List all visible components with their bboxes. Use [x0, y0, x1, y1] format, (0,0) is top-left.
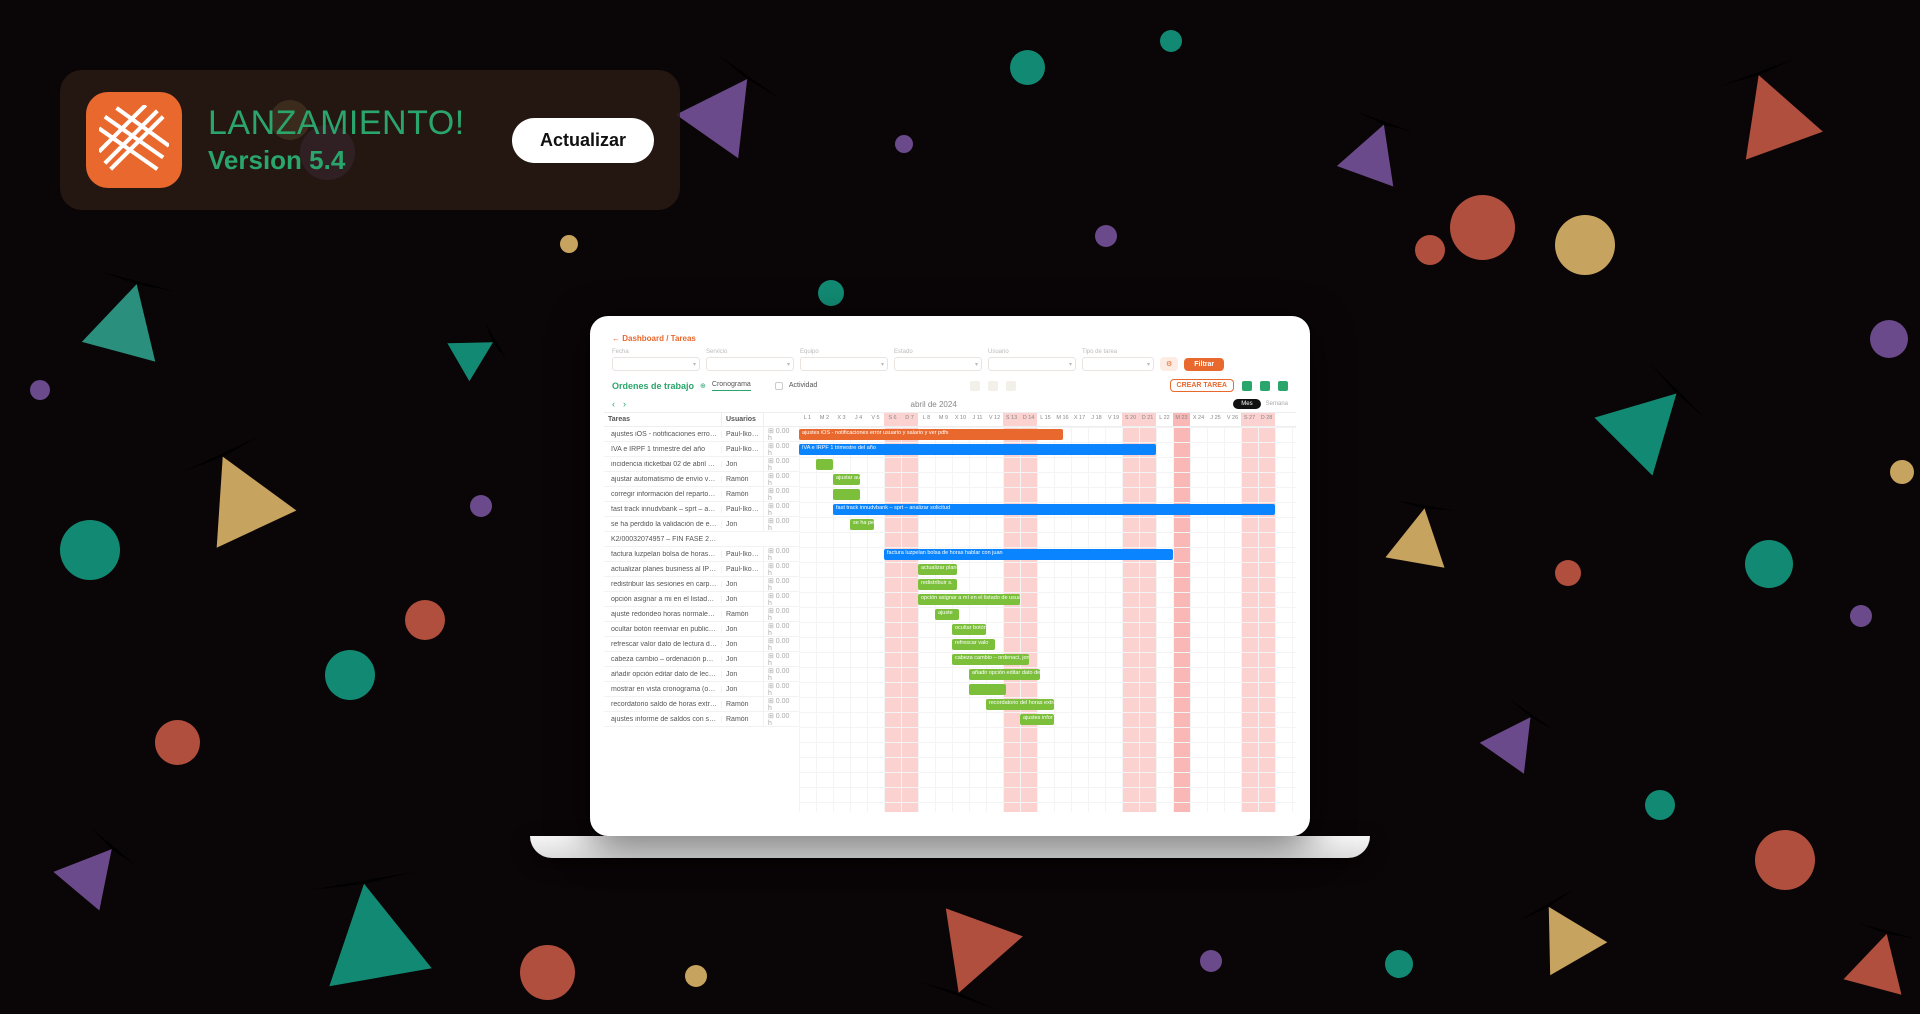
upload-icon[interactable]: [1278, 381, 1288, 391]
gantt-bar[interactable]: ocultar botón: [952, 624, 986, 635]
col-tasks: Tareas: [604, 413, 721, 426]
app-logo: [86, 92, 182, 188]
table-row[interactable]: K2/00032074957 – FIN FASE 2 SEGU: [604, 532, 799, 547]
table-row[interactable]: ajuste redondeo horas normales menos c.R…: [604, 607, 799, 622]
laptop-mockup: ← Dashboard / Tareas Fecha Servicio Equi…: [590, 316, 1310, 874]
next-month-button[interactable]: ›: [623, 399, 626, 409]
gantt-bar[interactable]: ajustar autom.: [833, 474, 860, 485]
table-row[interactable]: mostrar en vista cronograma (ordenes d)J…: [604, 682, 799, 697]
export-icon[interactable]: [1242, 381, 1252, 391]
gantt-bar[interactable]: añadir opción editar dato de lectur: [969, 669, 1040, 680]
banner-subtitle: Version 5.4: [208, 145, 486, 176]
table-row[interactable]: factura luzpelan bolsa de horas hablar c…: [604, 547, 799, 562]
gantt-bar[interactable]: cabeza cambio – ordenaci, jon: [952, 654, 1029, 665]
gantt-bar[interactable]: [969, 684, 1006, 695]
gantt-bar[interactable]: IVA e IRPF 1 trimestre del año: [799, 444, 1156, 455]
filter-type[interactable]: [1082, 357, 1154, 371]
gantt-bar[interactable]: ajuste: [935, 609, 959, 620]
table-row[interactable]: se ha perdido la validación de envío del…: [604, 517, 799, 532]
view-icon-3[interactable]: [1006, 381, 1016, 391]
filter-preset-button[interactable]: ⚙: [1160, 357, 1178, 371]
gantt-bar[interactable]: actualizar planes b.: [918, 564, 957, 575]
gantt-chart: Tareas Usuarios ajustes iOS - notificaci…: [604, 412, 1296, 812]
create-task-button[interactable]: CREAR TAREA: [1170, 379, 1234, 392]
filter-date[interactable]: [612, 357, 700, 371]
view-month-pill[interactable]: Mes: [1233, 399, 1260, 409]
gantt-bar[interactable]: ajustes infor: [1020, 714, 1054, 725]
view-icon-1[interactable]: [970, 381, 980, 391]
table-row[interactable]: ajustes iOS - notificaciones error usuar…: [604, 427, 799, 442]
table-row[interactable]: actualizar planes business al IPC 2024Pa…: [604, 562, 799, 577]
gantt-bar[interactable]: se ha perdido: [850, 519, 874, 530]
table-row[interactable]: corregir información del reparto vt en l…: [604, 487, 799, 502]
table-row[interactable]: IVA e IRPF 1 trimestre del añoPaul-Ikoni…: [604, 442, 799, 457]
gantt-bar[interactable]: redistribuir s.: [918, 579, 957, 590]
gantt-bar[interactable]: opción asignar a mí en el listado de usu…: [918, 594, 1020, 605]
section-title: Ordenes de trabajo: [612, 381, 694, 391]
col-hours: [763, 413, 799, 426]
gantt-bar[interactable]: [816, 459, 833, 470]
filter-team[interactable]: [800, 357, 888, 371]
table-row[interactable]: añadir opción editar dato de lectura des…: [604, 667, 799, 682]
gantt-bar[interactable]: recordatorio del horas extras: [986, 699, 1054, 710]
activity-checkbox[interactable]: [775, 382, 783, 390]
prev-month-button[interactable]: ‹: [612, 399, 615, 409]
launch-banner: LANZAMIENTO! Version 5.4 Actualizar: [60, 70, 680, 210]
table-row[interactable]: ajustar automatismo de envío valmet – E.…: [604, 472, 799, 487]
gantt-timeline[interactable]: L 1M 2X 3J 4V 5S 6D 7L 8M 9X 10J 11V 12S…: [799, 413, 1296, 812]
filter-button[interactable]: Filtrar: [1184, 358, 1224, 371]
gantt-sidebar: Tareas Usuarios ajustes iOS - notificaci…: [604, 413, 799, 812]
table-row[interactable]: refrescar valor dato de lectura del moda…: [604, 637, 799, 652]
table-row[interactable]: ocultar botón reenviar en public – corre…: [604, 622, 799, 637]
table-row[interactable]: ajustes informe de saldos con saldos ica…: [604, 712, 799, 727]
table-row[interactable]: opción asignar a mi en el listado de usu…: [604, 592, 799, 607]
table-row[interactable]: recordatorio saldo de horas extra a cost…: [604, 697, 799, 712]
col-users: Usuarios: [721, 413, 763, 426]
table-row[interactable]: incidencia iticketbai 02 de abril de 202…: [604, 457, 799, 472]
tab-cronograma[interactable]: Cronograma: [712, 381, 751, 391]
view-week-pill[interactable]: Semana: [1266, 401, 1288, 407]
table-row[interactable]: cabeza cambio – ordenación por fecha c.J…: [604, 652, 799, 667]
print-icon[interactable]: [1260, 381, 1270, 391]
gantt-bar[interactable]: fast track innudvbank – sprt – analizar …: [833, 504, 1275, 515]
banner-title: LANZAMIENTO!: [208, 104, 486, 143]
filter-bar: Fecha Servicio Equipo Estado Usuario Tip…: [604, 347, 1296, 377]
gantt-bar[interactable]: refrescar valo: [952, 639, 995, 650]
view-icon-2[interactable]: [988, 381, 998, 391]
filter-user[interactable]: [988, 357, 1076, 371]
update-button[interactable]: Actualizar: [512, 118, 654, 163]
filter-service[interactable]: [706, 357, 794, 371]
table-row[interactable]: fast track innudvbank – sprt – analizar …: [604, 502, 799, 517]
filter-status[interactable]: [894, 357, 982, 371]
activity-label: Actividad: [789, 382, 817, 389]
gantt-bar[interactable]: ajustes iOS - notificaciones error usuar…: [799, 429, 1063, 440]
gantt-bar[interactable]: [833, 489, 860, 500]
app-screenshot: ← Dashboard / Tareas Fecha Servicio Equi…: [604, 330, 1296, 822]
table-row[interactable]: redistribuir las sesiones en carpetasJon…: [604, 577, 799, 592]
month-label: abril de 2024: [634, 400, 1233, 409]
gantt-bar[interactable]: factura luzpelan bolsa de horas hablar c…: [884, 549, 1173, 560]
breadcrumb[interactable]: ← Dashboard / Tareas: [604, 330, 1296, 347]
